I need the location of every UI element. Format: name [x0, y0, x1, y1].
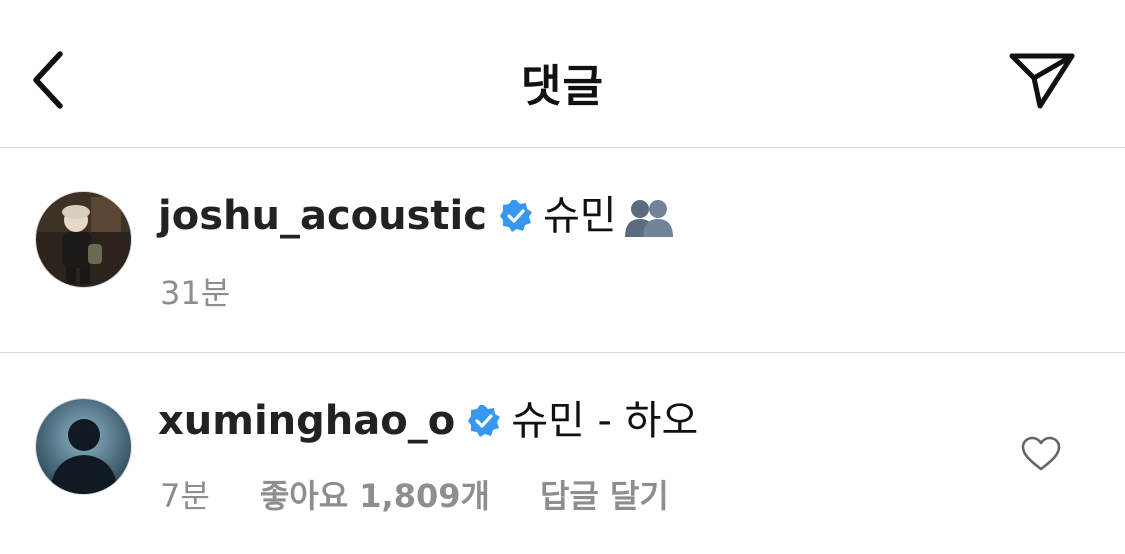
- comment-text: 슈민: [542, 193, 617, 239]
- comment-body: xuminghao_o 슈민 - 하오: [158, 397, 698, 445]
- comment-meta: 31분: [160, 268, 280, 314]
- comment-time: 31분: [160, 274, 231, 312]
- heart-icon: [1021, 436, 1061, 471]
- comment-body: joshu_acoustic 슈민: [158, 192, 675, 240]
- avatar[interactable]: [36, 399, 131, 494]
- comment-item: xuminghao_o 슈민 - 하오 7분 좋아요 1,809개 답글 달기: [0, 353, 1125, 554]
- comment-meta: 7분 좋아요 1,809개 답글 달기: [160, 471, 719, 517]
- verified-badge-icon: [499, 199, 533, 233]
- comment-item: joshu_acoustic 슈민 31분: [0, 148, 1125, 353]
- like-count[interactable]: 좋아요 1,809개: [260, 471, 490, 517]
- header-bar: 댓글: [0, 0, 1125, 148]
- like-button[interactable]: [1018, 433, 1064, 475]
- reply-button[interactable]: 답글 달기: [540, 471, 669, 517]
- page-title: 댓글: [521, 61, 604, 112]
- share-button[interactable]: [1000, 44, 1084, 116]
- comment-text: 슈민 - 하오: [511, 398, 699, 444]
- avatar[interactable]: [36, 192, 131, 287]
- paper-plane-icon: [1009, 53, 1075, 109]
- busts-in-silhouette-icon: [623, 195, 675, 237]
- verified-badge-icon: [467, 404, 501, 438]
- comments-screen: 댓글 joshu_acoustic 슈민 31분 xuminghao_o 슈민 …: [0, 0, 1125, 554]
- comment-username[interactable]: xuminghao_o: [158, 397, 455, 445]
- comment-username[interactable]: joshu_acoustic: [158, 192, 487, 240]
- comment-time: 7분: [160, 477, 210, 515]
